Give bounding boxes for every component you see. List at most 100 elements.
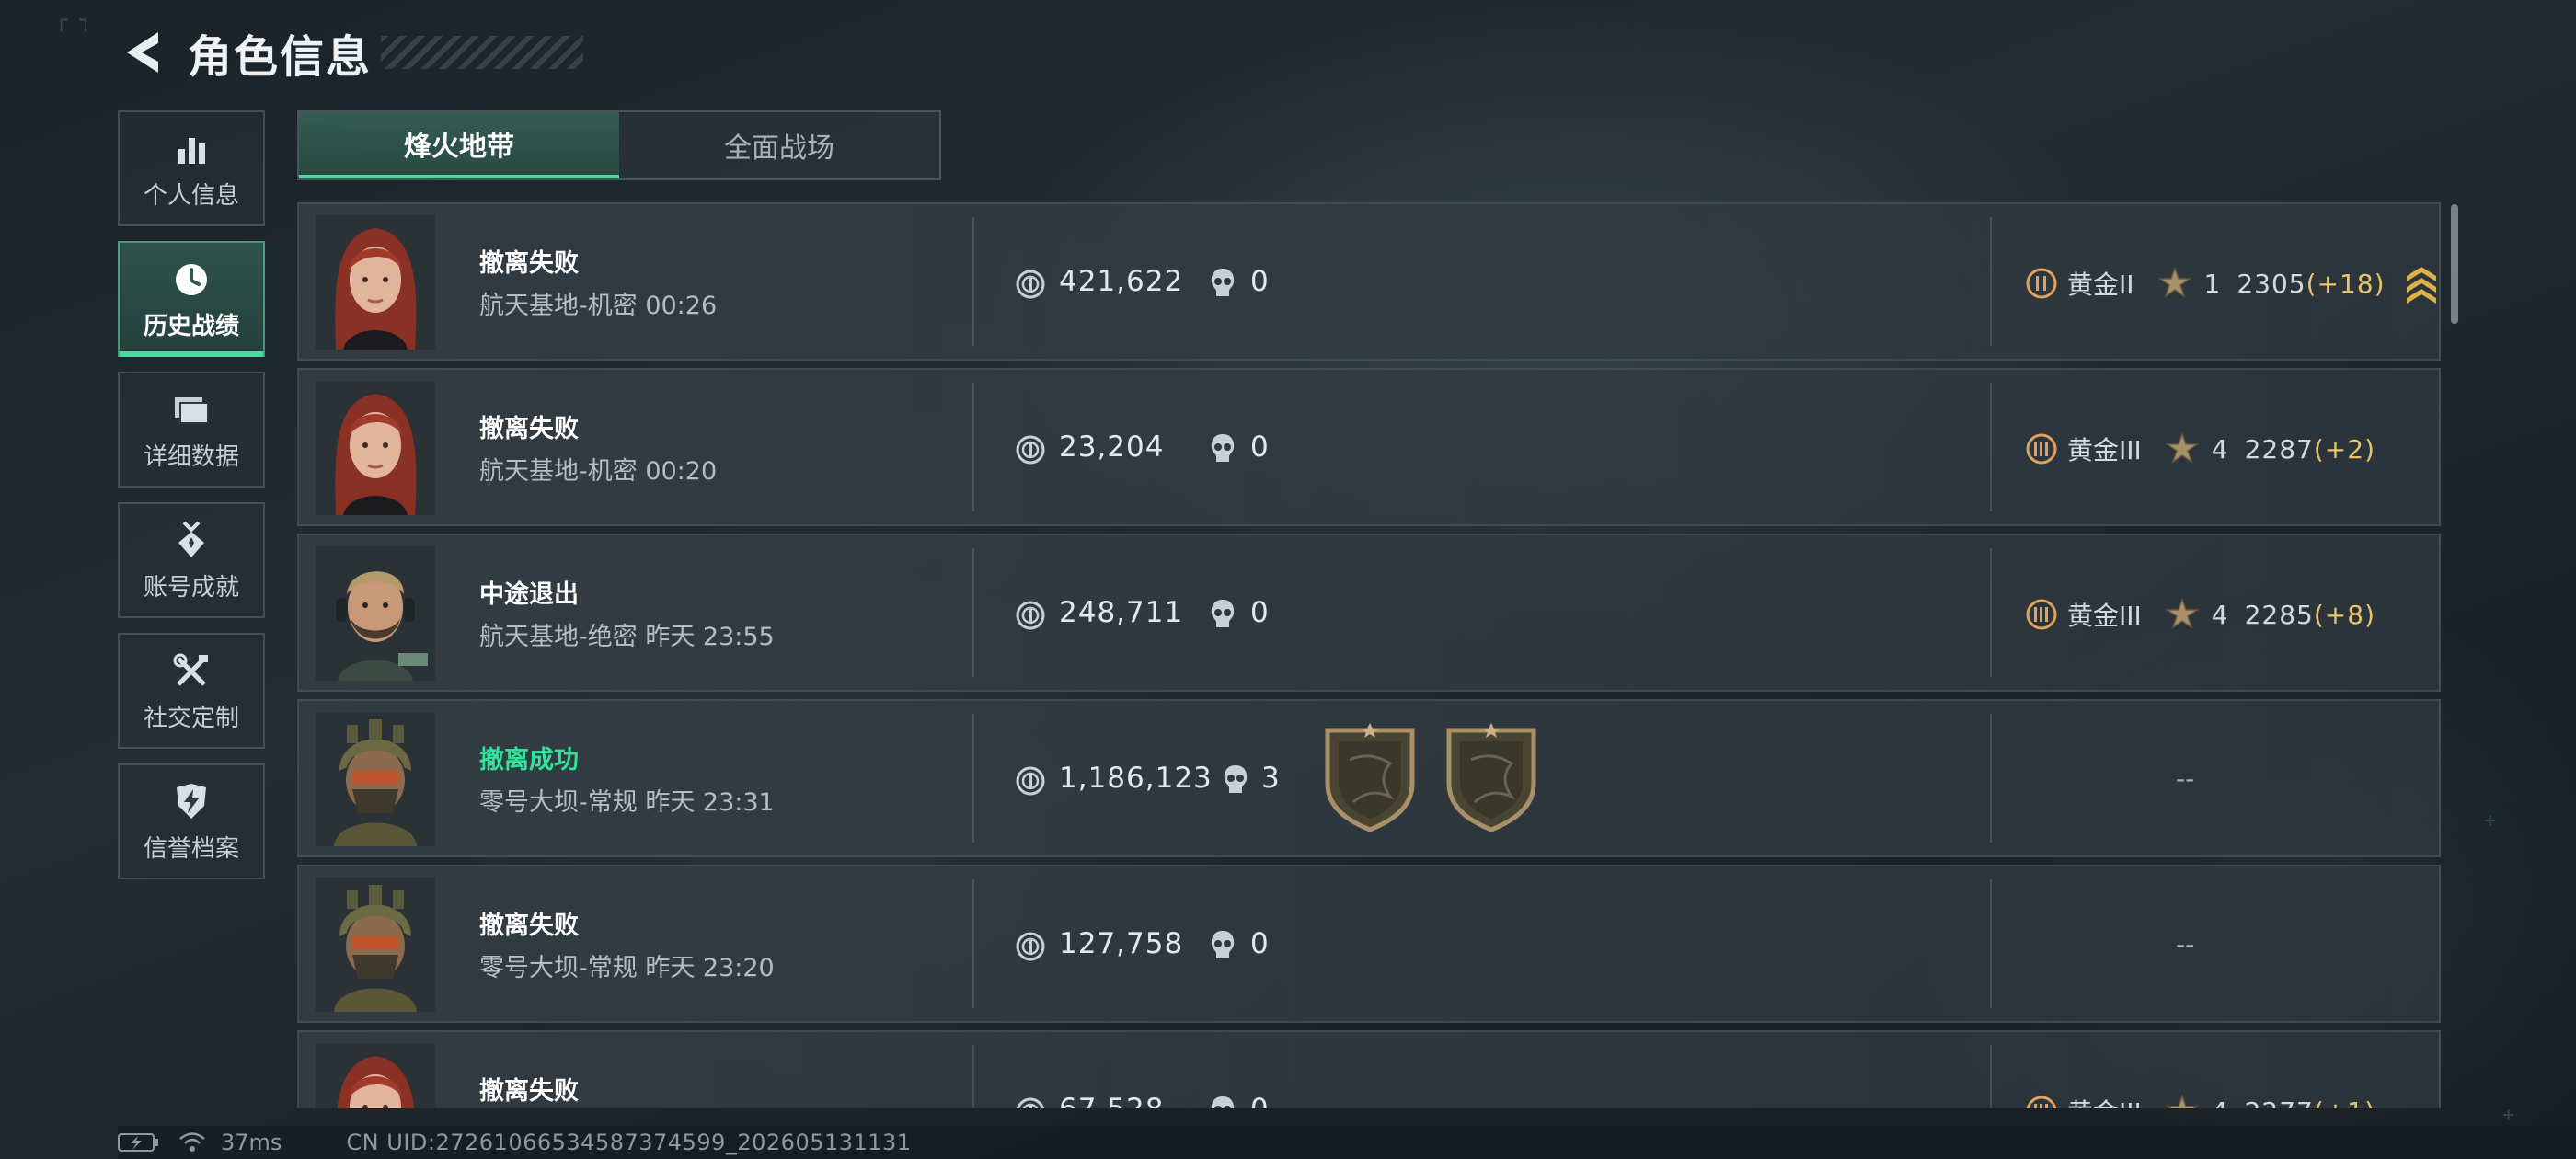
star-count: 4 [2212, 1096, 2228, 1109]
loot-value: 421,622 [1059, 265, 1184, 298]
skull-icon [1208, 432, 1237, 465]
operator-avatar [316, 215, 435, 350]
rank-score: 2285 [2244, 599, 2314, 630]
extraction-result: 撤离失败 [479, 912, 579, 940]
divider [972, 217, 974, 346]
medal-icon [169, 519, 213, 563]
grid-decoration: + [2502, 1104, 2515, 1127]
operator-avatar [316, 712, 435, 846]
extraction-result: 撤离失败 [479, 249, 579, 278]
star-icon [2165, 1094, 2200, 1108]
loot-value: 248,711 [1059, 596, 1184, 629]
score-delta: (+2) [2313, 433, 2375, 465]
extraction-result: 撤离失败 [479, 1077, 579, 1106]
rank-block: 黄金III 4 2285 (+8) [2025, 594, 2375, 635]
grid-decoration: ┌ ┐ [55, 9, 92, 32]
map-and-time: 航天基地-机密 00:26 [479, 292, 718, 320]
match-record-row[interactable]: 中途退出 航天基地-绝密 昨天 23:55 248,711 0 黄金III 4 2285 (+… [297, 534, 2441, 692]
divider [972, 383, 974, 511]
rank-score: 2287 [2244, 433, 2314, 465]
kill-count: 0 [1250, 1093, 1269, 1108]
loot-value: 23,204 [1059, 430, 1165, 464]
divider [972, 714, 974, 843]
rank-name: 黄金III [2067, 1093, 2142, 1108]
sidebar-item-match-history[interactable]: 历史战绩 [118, 241, 265, 357]
operator-avatar [316, 381, 435, 515]
rank-name: 黄金II [2067, 270, 2134, 300]
sidebar-item-label: 账号成就 [143, 573, 239, 602]
divider [972, 548, 974, 677]
star-icon [2157, 266, 2191, 300]
tab-fenghuo[interactable]: 烽火地带 [299, 112, 619, 178]
shield-bolt-icon [169, 780, 213, 824]
coin-icon [1015, 600, 1046, 631]
achievement-badge-icon[interactable] [1443, 723, 1539, 832]
skull-icon [1208, 267, 1237, 300]
score-delta: (+1) [2314, 1096, 2375, 1109]
rank-tier-icon [2025, 432, 2058, 465]
kill-count: 0 [1250, 927, 1269, 960]
kill-count: 0 [1250, 430, 1269, 464]
star-count: 4 [2211, 433, 2228, 465]
divider [1990, 217, 1992, 346]
rank-name: 黄金III [2067, 601, 2142, 631]
match-record-row[interactable]: 撤离成功 零号大坝-常规 昨天 23:31 1,186,123 3 -- [297, 699, 2441, 857]
sidebar-item-label: 信誉档案 [143, 834, 239, 863]
extraction-result: 撤离成功 [479, 746, 579, 775]
sidebar-item-label: 详细数据 [143, 442, 239, 471]
star-icon [2165, 597, 2200, 631]
sidebar-item-social-custom[interactable]: 社交定制 [118, 633, 265, 749]
page-title: 角色信息 [188, 31, 373, 83]
map-and-time: 航天基地-绝密 昨天 23:55 [479, 623, 775, 651]
rank-block: 黄金II 1 2305 (+18) [2025, 263, 2439, 304]
sidebar: 个人信息历史战绩详细数据账号成就社交定制信誉档案 [118, 110, 265, 894]
tools-icon [169, 649, 213, 694]
sidebar-item-label: 个人信息 [143, 181, 239, 210]
divider [1990, 879, 1992, 1008]
rank-score: 2305 [2237, 268, 2306, 299]
star-count: 4 [2211, 599, 2228, 630]
wifi-icon [179, 1132, 205, 1152]
sidebar-item-achievements[interactable]: 账号成就 [118, 502, 265, 618]
score-delta: (+8) [2313, 599, 2375, 630]
match-record-row[interactable]: 撤离失败 航天基地-机密 00:20 23,204 0 黄金III 4 2287 (+2) [297, 368, 2441, 526]
divider [1990, 1045, 1992, 1108]
kill-count: 3 [1261, 762, 1280, 795]
divider [1990, 383, 1992, 511]
coin-icon [1015, 269, 1046, 300]
battery-icon [118, 1133, 158, 1152]
coin-icon [1015, 765, 1046, 797]
match-record-row[interactable]: 撤离失败 航天基地-机密 00:26 421,622 0 黄金II 1 2305 (+18) [297, 202, 2441, 361]
ping-label: 37ms [221, 1130, 282, 1155]
score-delta: (+18) [2306, 268, 2386, 299]
back-arrow-icon[interactable] [120, 27, 166, 78]
match-history-list[interactable]: 撤离失败 航天基地-机密 00:26 421,622 0 黄金II 1 2305 (+18) 撤… [297, 202, 2441, 1108]
folder-icon [169, 388, 213, 432]
bar-chart-icon [169, 127, 213, 171]
skull-icon [1208, 1095, 1237, 1108]
sidebar-item-reputation-file[interactable]: 信誉档案 [118, 763, 265, 879]
mode-tabs: 烽火地带 全面战场 [297, 110, 941, 180]
star-icon [2165, 431, 2200, 465]
uid-label: CN UID:272610665345873745​99_20260513113… [346, 1130, 912, 1155]
rank-tier-icon [2025, 1095, 2058, 1108]
scrollbar[interactable] [2451, 204, 2458, 324]
loot-value: 1,186,123 [1059, 762, 1213, 795]
divider [1990, 714, 1992, 843]
sidebar-item-detailed-data[interactable]: 详细数据 [118, 372, 265, 488]
sidebar-item-personal-info[interactable]: 个人信息 [118, 110, 265, 226]
match-record-row[interactable]: 撤离失败 零号大坝-常规 昨天 23:20 127,758 0 -- [297, 865, 2441, 1023]
extraction-result: 撤离失败 [479, 415, 579, 443]
divider [972, 879, 974, 1008]
grid-decoration: + [2484, 809, 2497, 832]
rank-tier-icon [2025, 598, 2058, 631]
divider [1990, 548, 1992, 677]
coin-icon [1015, 434, 1046, 465]
sidebar-item-label: 历史战绩 [143, 312, 239, 340]
tab-quanmian[interactable]: 全面战场 [619, 112, 939, 178]
match-record-row[interactable]: 撤离失败 67,528 0 黄金III 4 2277(+1) [297, 1030, 2441, 1108]
loot-value: 127,758 [1059, 927, 1184, 960]
rank-block: 黄金III 4 2277(+1) [2025, 1091, 2375, 1108]
achievement-badge-icon[interactable] [1322, 723, 1418, 832]
rank-tier-icon [2025, 267, 2058, 300]
